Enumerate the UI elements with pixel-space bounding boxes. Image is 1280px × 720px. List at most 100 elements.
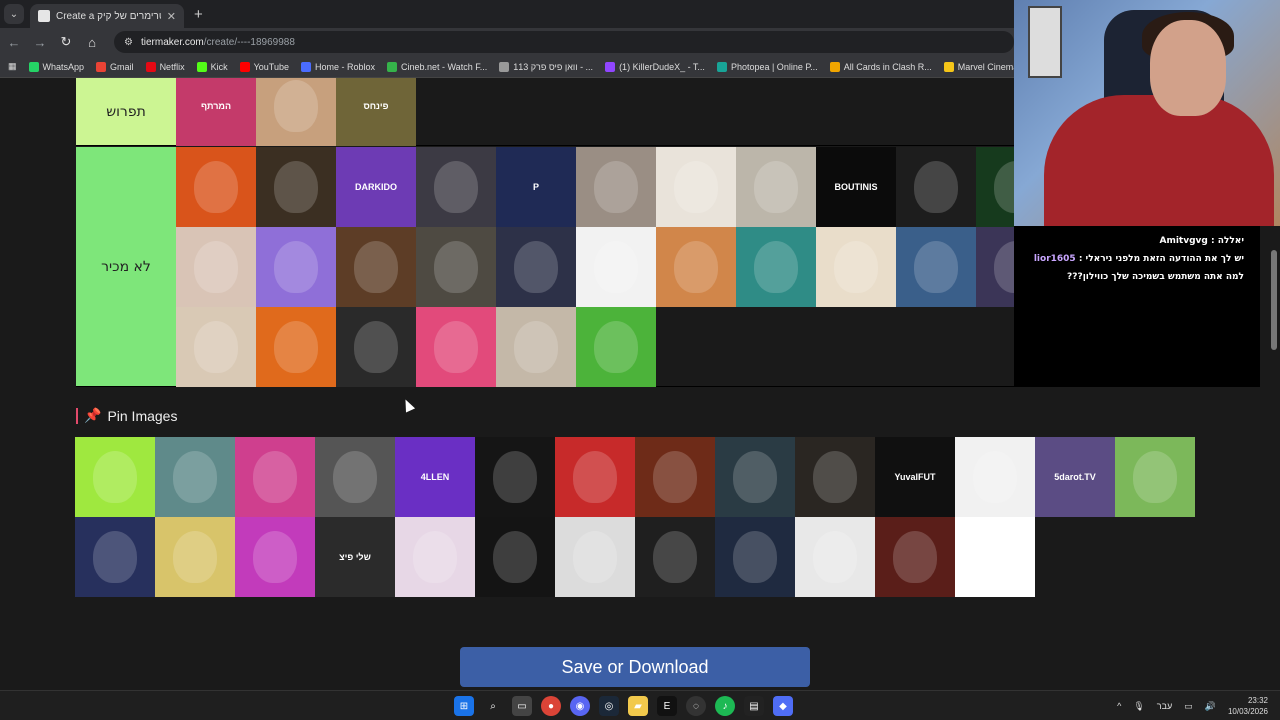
streamer-tile[interactable] bbox=[395, 517, 475, 597]
streamer-tile[interactable] bbox=[736, 147, 816, 227]
bookmark-item[interactable]: Netflix bbox=[145, 61, 185, 72]
streamer-tile[interactable] bbox=[875, 517, 955, 597]
file-explorer-icon[interactable]: ▰ bbox=[628, 696, 648, 716]
search-icon[interactable]: ⌕ bbox=[483, 696, 503, 716]
streamer-tile[interactable] bbox=[315, 437, 395, 517]
streamer-tile[interactable] bbox=[656, 227, 736, 307]
streamer-tile[interactable] bbox=[176, 227, 256, 307]
volume-icon[interactable]: 🔊 bbox=[1205, 701, 1216, 712]
bookmark-item[interactable]: Home - Roblox bbox=[300, 61, 375, 72]
streamer-tile[interactable]: פינחס bbox=[336, 78, 416, 146]
steam-icon[interactable]: ◎ bbox=[599, 696, 619, 716]
browser-tab[interactable]: Create a יג דירוג סטרימרים של קיק ✕ bbox=[30, 4, 184, 28]
streamer-tile[interactable] bbox=[256, 307, 336, 387]
streamer-tile[interactable]: 4LLEN bbox=[395, 437, 475, 517]
bookmark-item[interactable]: Gmail bbox=[96, 61, 134, 72]
streamer-tile[interactable] bbox=[955, 517, 1035, 597]
streamer-tile[interactable]: המרתף bbox=[176, 78, 256, 146]
streamer-tile[interactable]: BOUTINIS bbox=[816, 147, 896, 227]
streamer-tile[interactable] bbox=[416, 147, 496, 227]
spotify-icon[interactable]: ♪ bbox=[715, 696, 735, 716]
bookmark-item[interactable]: וואן פיס פרק 113 - ... bbox=[499, 61, 593, 72]
streamer-tile[interactable] bbox=[496, 307, 576, 387]
chrome-icon[interactable]: ● bbox=[541, 696, 561, 716]
close-tab-icon[interactable]: ✕ bbox=[167, 10, 176, 23]
streamer-tile[interactable] bbox=[176, 307, 256, 387]
streamer-tile[interactable] bbox=[715, 437, 795, 517]
streamer-tile[interactable] bbox=[75, 517, 155, 597]
tier-label[interactable]: תפרוש bbox=[76, 78, 176, 145]
streamer-tile[interactable] bbox=[896, 147, 976, 227]
streamer-tile[interactable] bbox=[475, 437, 555, 517]
streamer-tile[interactable] bbox=[736, 227, 816, 307]
address-bar[interactable]: ⚙ tiermaker.com/create/----18969988 bbox=[114, 31, 1014, 53]
streamer-tile[interactable]: DARKIDO bbox=[336, 147, 416, 227]
clock[interactable]: 23:32 10/03/2026 bbox=[1228, 695, 1268, 717]
bookmark-item[interactable]: WhatsApp bbox=[28, 61, 84, 72]
apps-grid-icon[interactable]: ▦ bbox=[8, 61, 17, 72]
streamer-tile[interactable] bbox=[336, 307, 416, 387]
bookmark-item[interactable]: YouTube bbox=[239, 61, 289, 72]
streamer-tile[interactable] bbox=[235, 517, 315, 597]
streamer-tile[interactable] bbox=[75, 437, 155, 517]
pin-images-grid[interactable]: 4LLEN YuvalFUT 5darot.TV שלי פיצ bbox=[75, 437, 1195, 597]
streamer-tile[interactable] bbox=[795, 437, 875, 517]
save-or-download-button[interactable]: Save or Download bbox=[460, 647, 810, 687]
site-info-icon[interactable]: ⚙ bbox=[124, 37, 133, 48]
streamer-tile[interactable] bbox=[555, 517, 635, 597]
streamer-tile[interactable] bbox=[635, 517, 715, 597]
streamer-tile[interactable] bbox=[1115, 437, 1195, 517]
home-icon[interactable]: ⌂ bbox=[84, 35, 100, 50]
bookmark-item[interactable]: All Cards in Clash R... bbox=[829, 61, 932, 72]
streamer-tile[interactable] bbox=[576, 147, 656, 227]
streamer-tile[interactable] bbox=[336, 227, 416, 307]
streamer-tile[interactable] bbox=[576, 227, 656, 307]
streamer-tile[interactable]: שלי פיצ bbox=[315, 517, 395, 597]
chevron-up-icon[interactable]: ^ bbox=[1117, 701, 1121, 711]
tab-search-icon[interactable]: ⌄ bbox=[4, 4, 24, 24]
mic-icon[interactable]: 🎙 bbox=[1133, 701, 1144, 712]
streamer-tile[interactable] bbox=[155, 517, 235, 597]
network-icon[interactable]: ▭ bbox=[1184, 701, 1193, 712]
language-indicator[interactable]: עבר bbox=[1157, 701, 1172, 711]
epic-icon[interactable]: E bbox=[657, 696, 677, 716]
streamer-tile[interactable] bbox=[496, 227, 576, 307]
streamer-tile[interactable] bbox=[795, 517, 875, 597]
bookmark-item[interactable]: (1) KillerDudeX_ - T... bbox=[605, 61, 705, 72]
new-tab-button[interactable]: + bbox=[194, 6, 203, 23]
task-view-icon[interactable]: ▭ bbox=[512, 696, 532, 716]
streamer-tile[interactable] bbox=[555, 437, 635, 517]
streamer-tile[interactable] bbox=[715, 517, 795, 597]
streamer-tile[interactable] bbox=[256, 78, 336, 146]
streamer-tile[interactable] bbox=[816, 227, 896, 307]
scrollbar-thumb[interactable] bbox=[1271, 250, 1277, 350]
reload-icon[interactable]: ↻ bbox=[58, 34, 74, 50]
app-icon[interactable]: ◆ bbox=[773, 696, 793, 716]
streamer-tile[interactable]: YuvalFUT bbox=[875, 437, 955, 517]
streamer-tile[interactable]: 5darot.TV bbox=[1035, 437, 1115, 517]
bookmark-item[interactable]: Photopea | Online P... bbox=[716, 61, 818, 72]
streamer-tile[interactable] bbox=[416, 307, 496, 387]
obs-icon[interactable]: ◌ bbox=[686, 696, 706, 716]
streamer-tile[interactable] bbox=[656, 147, 736, 227]
forward-arrow-icon[interactable]: → bbox=[32, 35, 48, 50]
back-arrow-icon[interactable]: ← bbox=[6, 35, 22, 50]
streamer-tile[interactable] bbox=[635, 437, 715, 517]
bookmark-item[interactable]: Kick bbox=[196, 61, 228, 72]
streamer-tile[interactable] bbox=[256, 227, 336, 307]
streamer-tile[interactable] bbox=[235, 437, 315, 517]
streamer-tile[interactable] bbox=[155, 437, 235, 517]
streamer-tile[interactable] bbox=[256, 147, 336, 227]
tier-label[interactable]: לא מכיר bbox=[76, 147, 176, 386]
discord-icon[interactable]: ◉ bbox=[570, 696, 590, 716]
streamer-tile[interactable] bbox=[576, 307, 656, 387]
streamer-tile[interactable]: P bbox=[496, 147, 576, 227]
streamer-tile[interactable] bbox=[955, 437, 1035, 517]
epic-games-icon[interactable]: ▤ bbox=[744, 696, 764, 716]
windows-start-icon[interactable]: ⊞ bbox=[454, 696, 474, 716]
streamer-tile[interactable] bbox=[475, 517, 555, 597]
streamer-tile[interactable] bbox=[416, 227, 496, 307]
streamer-tile[interactable] bbox=[176, 147, 256, 227]
bookmark-item[interactable]: Cineb.net - Watch F... bbox=[387, 61, 487, 72]
streamer-tile[interactable] bbox=[896, 227, 976, 307]
